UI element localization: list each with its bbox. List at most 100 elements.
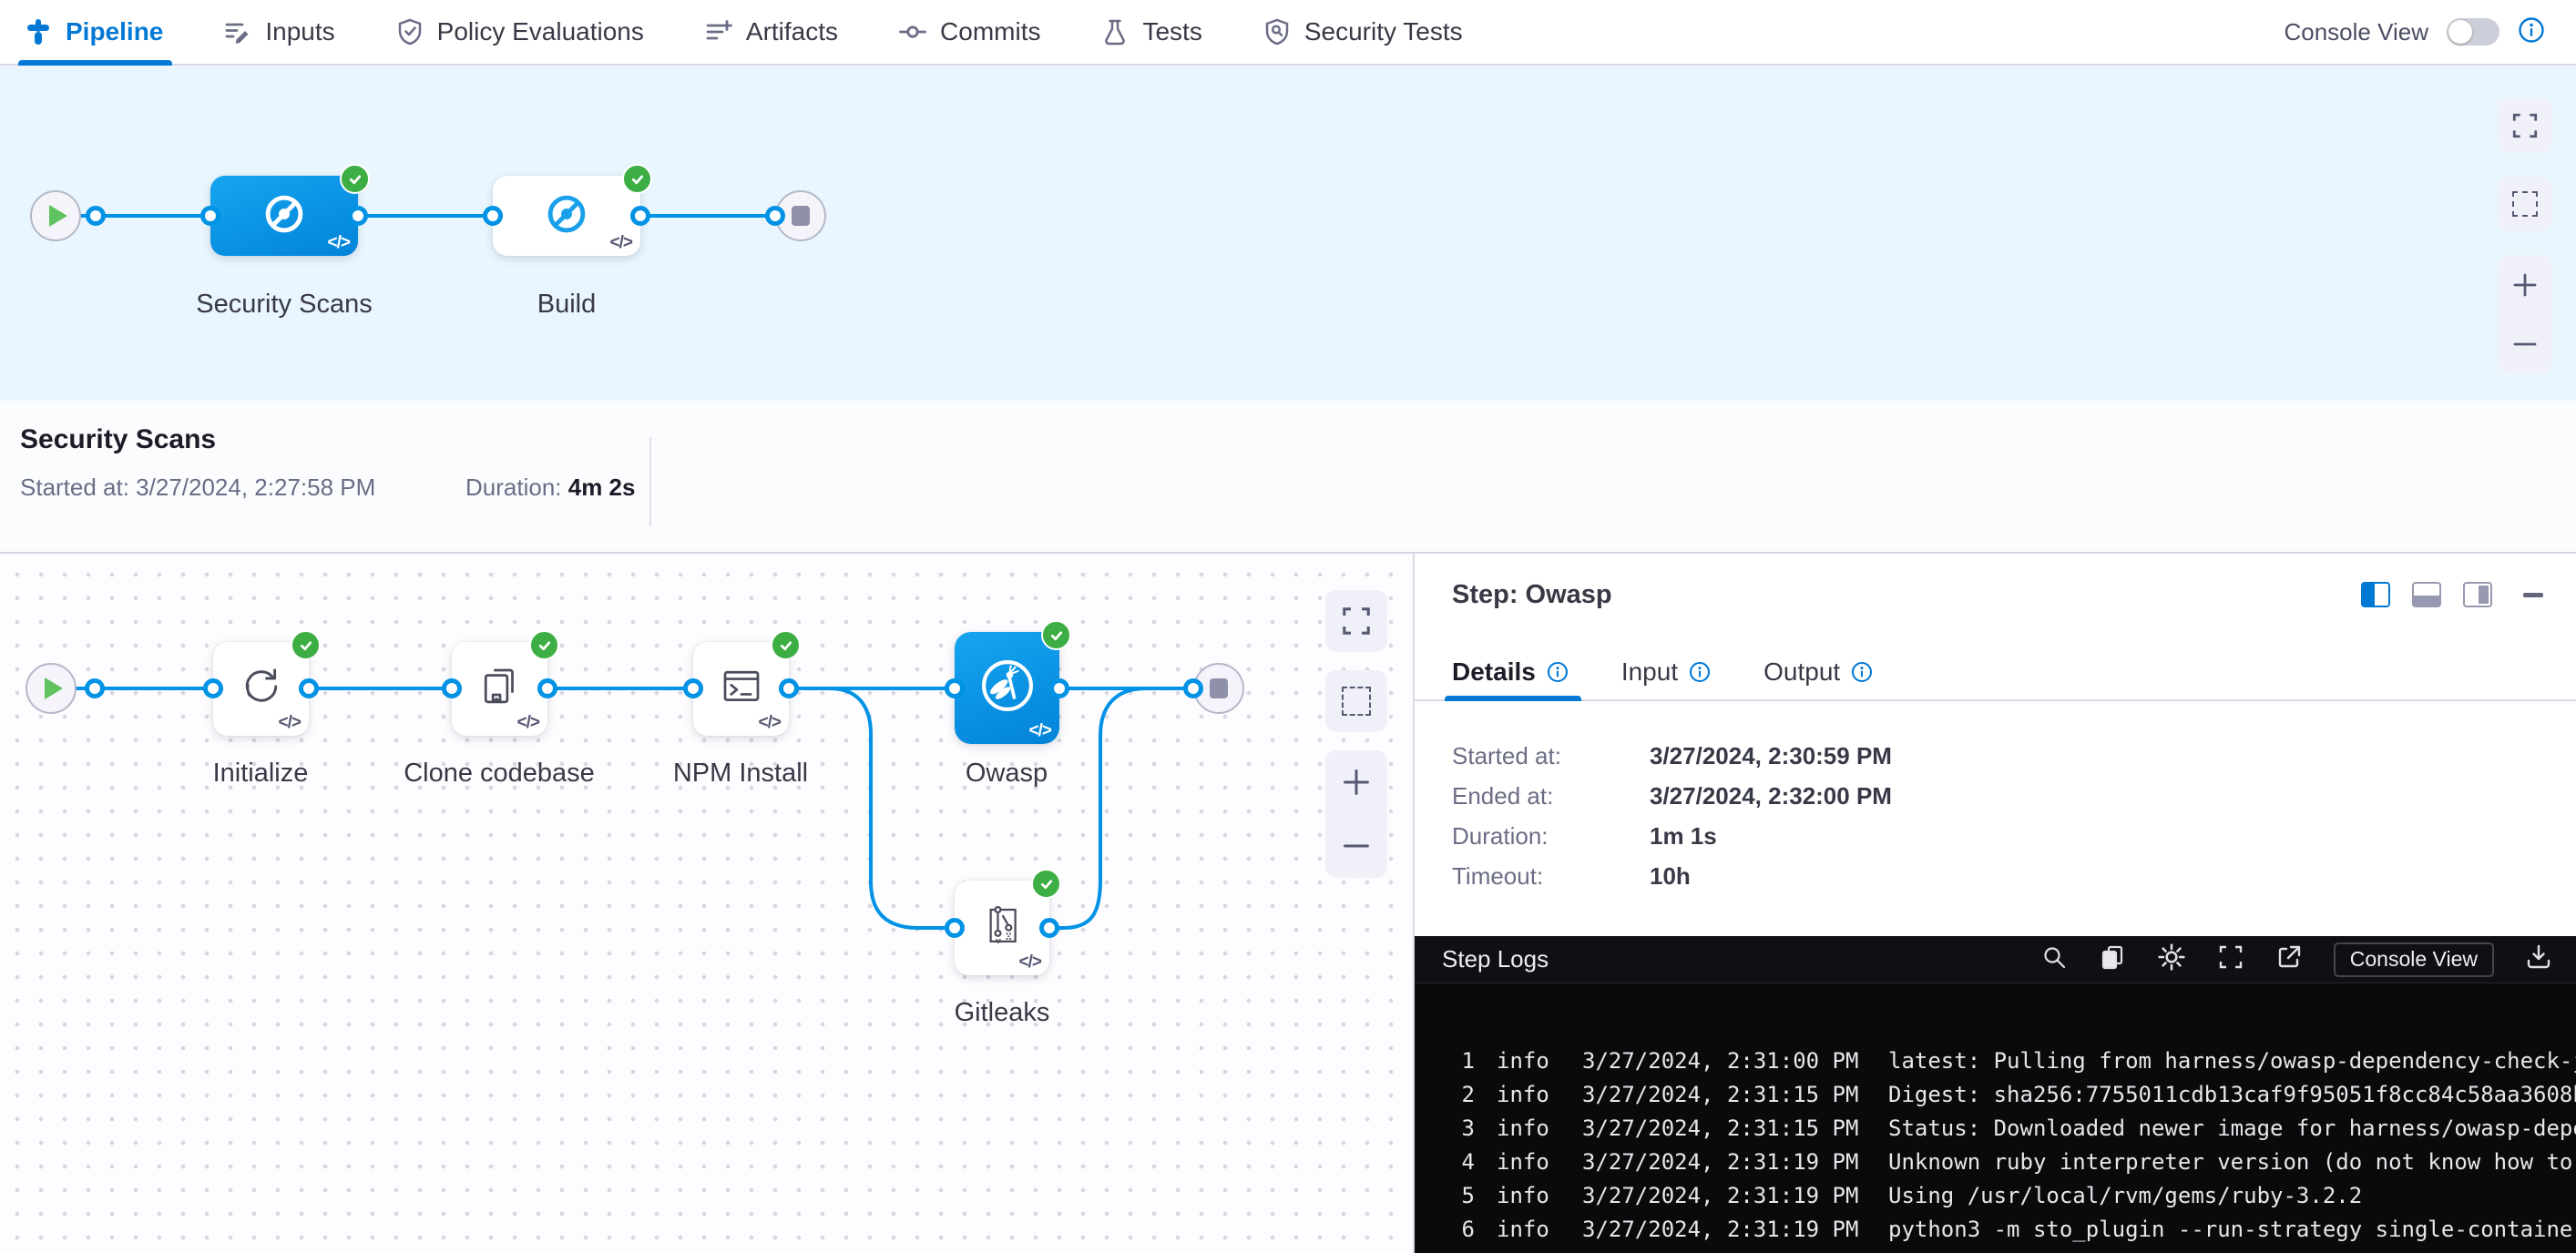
nav-tab-label: Pipeline — [66, 17, 163, 46]
log-level: info — [1497, 1149, 1555, 1175]
fullscreen-icon[interactable] — [2217, 943, 2244, 975]
log-level: info — [1497, 1217, 1555, 1242]
tab-pipeline[interactable]: Pipeline — [24, 0, 163, 64]
tab-security-tests[interactable]: Security Tests — [1262, 0, 1463, 64]
code-badge: </> — [328, 233, 350, 253]
start-node — [26, 663, 77, 714]
port — [779, 678, 799, 698]
terminal-icon — [717, 662, 766, 716]
step-card-owasp[interactable]: </> — [955, 632, 1059, 744]
step-details-panel: Step: Owasp Details Input Output — [1415, 554, 2576, 1253]
stage-info-bar: Security Scans Started at: 3/27/2024, 2:… — [0, 401, 2576, 554]
stage-card-security-scans[interactable]: </> — [210, 176, 358, 256]
log-message: Unknown ruby interpreter version (do not… — [1888, 1149, 2576, 1175]
tab-commits[interactable]: Commits — [898, 0, 1040, 64]
log-message: Digest: sha256:7755011cdb13caf9f95051f8c… — [1888, 1082, 2576, 1107]
step-card-initialize[interactable]: </> — [213, 642, 309, 736]
port — [1039, 918, 1059, 938]
search-icon[interactable] — [2040, 943, 2068, 975]
tab-label: Output — [1763, 657, 1840, 687]
log-timestamp: 3/27/2024, 2:31:15 PM — [1582, 1082, 1865, 1107]
nav-tab-label: Commits — [940, 17, 1040, 46]
tab-input[interactable]: Input — [1621, 645, 1711, 699]
fullscreen-button[interactable] — [2498, 98, 2552, 153]
tab-inputs[interactable]: Inputs — [223, 0, 334, 64]
step-logs-header: Step Logs — [1415, 936, 2576, 983]
port — [945, 918, 965, 938]
layout-right-panel-icon[interactable] — [2463, 582, 2492, 607]
log-timestamp: 3/27/2024, 2:31:19 PM — [1582, 1183, 1865, 1208]
log-line-number: 4 — [1433, 1149, 1475, 1175]
marquee-select-button[interactable] — [2498, 177, 2552, 231]
stage-label: Build — [412, 290, 721, 320]
code-badge: </> — [517, 713, 539, 733]
panel-layout-controls — [2361, 582, 2543, 607]
success-check-icon — [1031, 869, 1061, 899]
inputs-icon — [223, 17, 252, 46]
port — [483, 206, 503, 226]
detail-row: Duration: 1m 1s — [1452, 816, 1892, 856]
port — [442, 678, 462, 698]
zoom-in-button[interactable] — [2498, 255, 2552, 314]
step-details-list: Started at: 3/27/2024, 2:30:59 PM Ended … — [1452, 736, 1892, 896]
step-card-clone-codebase[interactable]: </> — [452, 642, 547, 736]
play-icon — [45, 677, 63, 699]
detail-row: Ended at: 3/27/2024, 2:32:00 PM — [1452, 776, 1892, 816]
tab-details[interactable]: Details — [1452, 645, 1569, 699]
start-node — [30, 190, 81, 241]
port — [537, 678, 557, 698]
port — [86, 206, 106, 226]
layout-left-panel-icon[interactable] — [2361, 582, 2390, 607]
marquee-icon — [2512, 191, 2538, 217]
log-line: 1 info 3/27/2024, 2:31:00 PM latest: Pul… — [1433, 1044, 2576, 1077]
port — [85, 678, 105, 698]
settings-gear-icon[interactable] — [2157, 942, 2186, 976]
log-line-number: 1 — [1433, 1048, 1475, 1074]
nav-tab-label: Inputs — [265, 17, 334, 46]
ci-stage-icon — [261, 190, 308, 242]
codebase-icon — [475, 662, 525, 716]
zoom-out-button[interactable] — [2498, 314, 2552, 373]
open-in-new-icon[interactable] — [2275, 943, 2303, 975]
layout-bottom-panel-icon[interactable] — [2412, 582, 2441, 607]
info-icon[interactable] — [2518, 16, 2545, 48]
duration-label: Duration: — [465, 474, 562, 501]
nav-tab-label: Tests — [1142, 17, 1201, 46]
top-nav: Pipeline Inputs Policy Evaluations Artif… — [0, 0, 2576, 66]
code-badge: </> — [1029, 721, 1051, 741]
detail-label: Ended at: — [1452, 782, 1650, 810]
pipeline-icon — [24, 17, 53, 46]
stage-card-build[interactable]: </> — [493, 176, 640, 256]
nav-tab-label: Policy Evaluations — [437, 17, 644, 46]
step-panel-header: Step: Owasp — [1415, 554, 2576, 636]
log-line: 5 info 3/27/2024, 2:31:19 PM Using /usr/… — [1433, 1178, 2576, 1212]
tab-artifacts[interactable]: Artifacts — [704, 0, 838, 64]
detail-label: Timeout: — [1452, 862, 1650, 891]
minimize-panel-button[interactable] — [2523, 593, 2543, 597]
step-logs-toolbar: Console View — [2040, 942, 2552, 977]
log-line: 4 info 3/27/2024, 2:31:19 PM Unknown rub… — [1433, 1145, 2576, 1178]
step-logs-panel: Step Logs — [1415, 936, 2576, 1253]
tab-policy-evaluations[interactable]: Policy Evaluations — [395, 0, 644, 64]
tab-output[interactable]: Output — [1763, 645, 1873, 699]
console-view-toggle[interactable] — [2447, 18, 2499, 46]
port — [348, 206, 368, 226]
step-card-gitleaks[interactable]: </> — [955, 881, 1049, 975]
port — [683, 678, 703, 698]
log-message: latest: Pulling from harness/owasp-depen… — [1888, 1048, 2576, 1074]
info-icon — [1689, 661, 1711, 683]
success-check-icon — [771, 630, 801, 660]
console-view-button[interactable]: Console View — [2334, 942, 2494, 977]
detail-row: Timeout: 10h — [1452, 856, 1892, 896]
copy-icon[interactable] — [2099, 943, 2126, 975]
log-message: Status: Downloaded newer image for harne… — [1888, 1115, 2576, 1141]
log-line: 2 info 3/27/2024, 2:31:15 PM Digest: sha… — [1433, 1077, 2576, 1111]
step-card-npm-install[interactable]: </> — [693, 642, 789, 736]
download-icon[interactable] — [2525, 943, 2552, 975]
code-badge: </> — [279, 713, 301, 733]
port — [765, 206, 785, 226]
tab-tests[interactable]: Tests — [1100, 0, 1201, 64]
log-output[interactable]: 1 info 3/27/2024, 2:31:00 PM latest: Pul… — [1415, 983, 2576, 1246]
log-timestamp: 3/27/2024, 2:31:15 PM — [1582, 1115, 1865, 1141]
success-check-icon — [291, 630, 321, 660]
